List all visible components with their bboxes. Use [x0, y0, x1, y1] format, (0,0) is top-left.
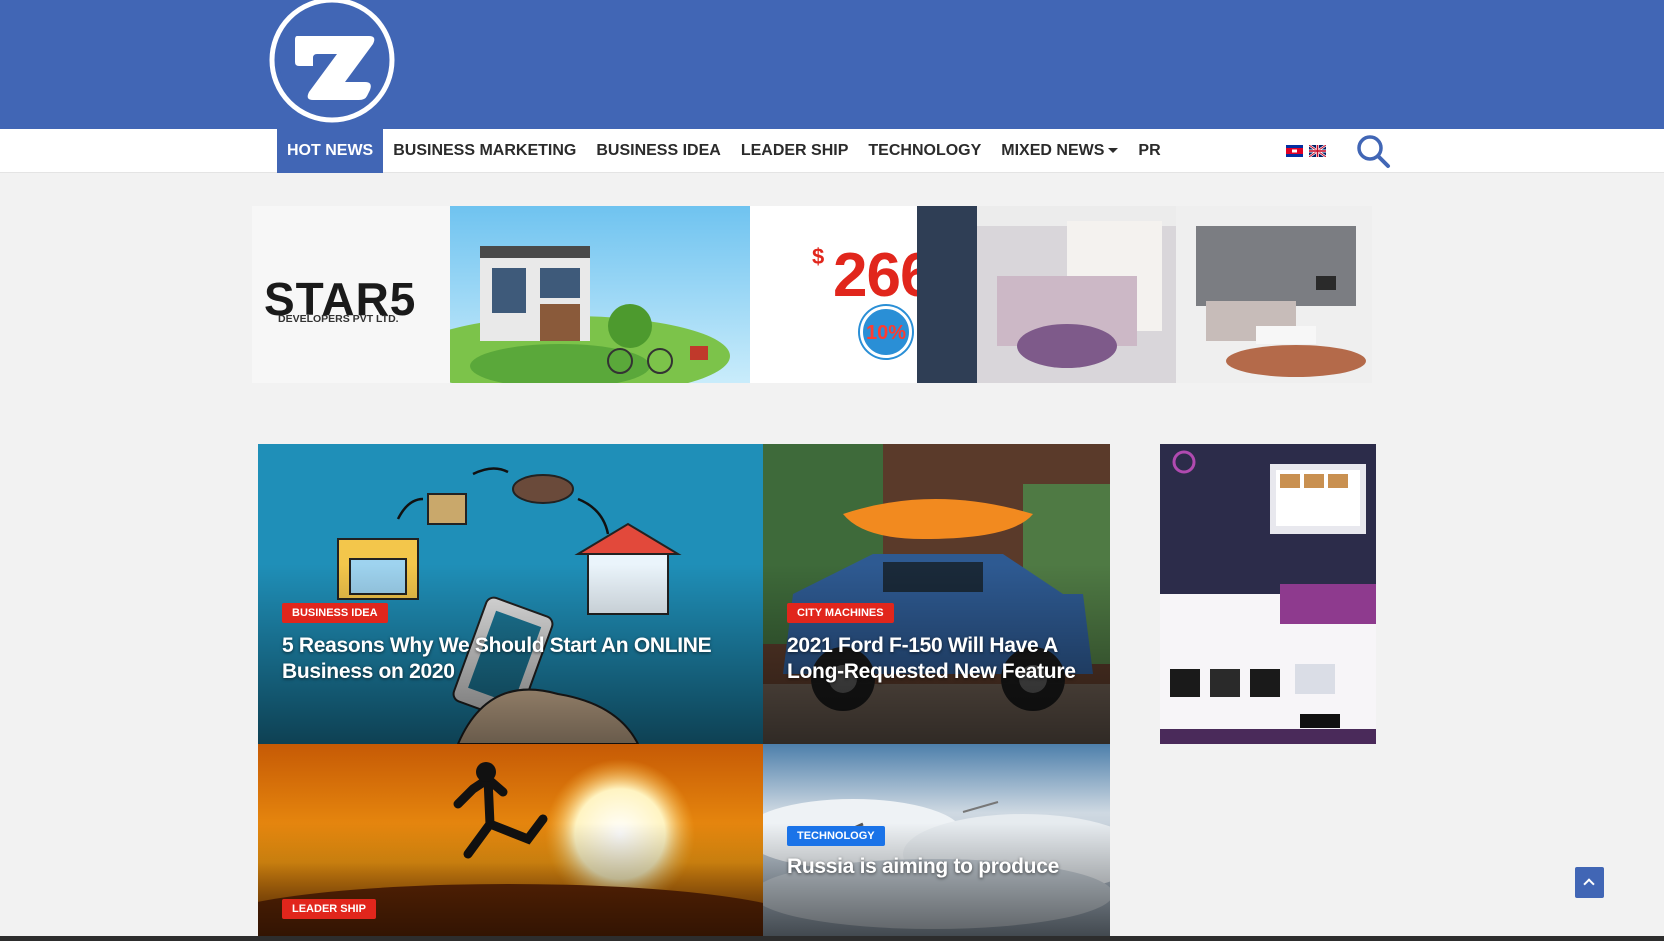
nav-item-pr[interactable]: PR: [1128, 129, 1170, 173]
pos-ad-image: [1160, 444, 1376, 744]
article-card[interactable]: CITY MACHINES 2021 Ford F-150 Will Have …: [763, 444, 1110, 744]
company-subtitle: DEVELOPERS PVT LTD.: [278, 313, 399, 325]
article-title[interactable]: Russia is aiming to produce: [787, 854, 1097, 880]
nav-item-mixed-news[interactable]: MIXED NEWS: [991, 129, 1128, 173]
nav-label: HOT NEWS: [287, 142, 374, 159]
sidebar-pos-ad[interactable]: [1160, 444, 1376, 744]
category-badge[interactable]: CITY MACHINES: [787, 603, 894, 623]
living-room-photo: [1176, 206, 1372, 383]
search-icon[interactable]: [1355, 133, 1391, 169]
star5-logo: STAR5 DEVELOPERS PVT LTD.: [252, 206, 450, 383]
nav-label: BUSINESS MARKETING: [393, 142, 577, 159]
article-title[interactable]: 2021 Ford F-150 Will Have A Long-Request…: [787, 633, 1097, 685]
nav-item-technology[interactable]: TECHNOLOGY: [858, 129, 991, 173]
main-navigation: HOT NEWS BUSINESS MARKETING BUSINESS IDE…: [0, 129, 1664, 173]
article-card[interactable]: LEADER SHIP: [258, 744, 763, 941]
nav-label: PR: [1138, 142, 1161, 159]
category-badge[interactable]: BUSINESS IDEA: [282, 603, 388, 623]
discount-badge: 10%: [860, 306, 912, 358]
uk-flag-icon[interactable]: [1309, 145, 1326, 157]
price-currency: $: [812, 244, 825, 269]
top-banner-ad[interactable]: STAR5 DEVELOPERS PVT LTD. $ 266 10%: [252, 206, 1372, 383]
category-badge[interactable]: LEADER SHIP: [282, 899, 376, 919]
nav-label: TECHNOLOGY: [868, 142, 982, 159]
language-switcher: [1286, 145, 1326, 157]
image-overlay: [258, 822, 763, 941]
nav-item-leader-ship[interactable]: LEADER SHIP: [731, 129, 859, 173]
back-to-top-button[interactable]: [1575, 867, 1604, 898]
discount-value: 10%: [865, 322, 907, 344]
bottom-bar: [0, 936, 1664, 941]
site-logo-z-icon[interactable]: [269, 0, 396, 123]
article-card[interactable]: BUSINESS IDEA 5 Reasons Why We Should St…: [258, 444, 763, 744]
site-header: [0, 0, 1664, 129]
nav-label: MIXED NEWS: [1001, 142, 1105, 159]
nav-menu: HOT NEWS BUSINESS MARKETING BUSINESS IDE…: [277, 129, 1171, 173]
nav-item-business-marketing[interactable]: BUSINESS MARKETING: [383, 129, 586, 173]
khmer-flag-icon[interactable]: [1286, 145, 1303, 157]
nav-label: BUSINESS IDEA: [596, 142, 721, 159]
article-card[interactable]: TECHNOLOGY Russia is aiming to produce: [763, 744, 1110, 941]
article-title[interactable]: 5 Reasons Why We Should Start An ONLINE …: [282, 633, 742, 685]
category-badge[interactable]: TECHNOLOGY: [787, 826, 885, 846]
caret-down-icon: [1108, 148, 1119, 154]
bedroom-photo: [917, 206, 1176, 383]
nav-label: LEADER SHIP: [740, 142, 849, 159]
nav-item-hot-news[interactable]: HOT NEWS: [277, 129, 384, 173]
nav-item-business-idea[interactable]: BUSINESS IDEA: [586, 129, 730, 173]
